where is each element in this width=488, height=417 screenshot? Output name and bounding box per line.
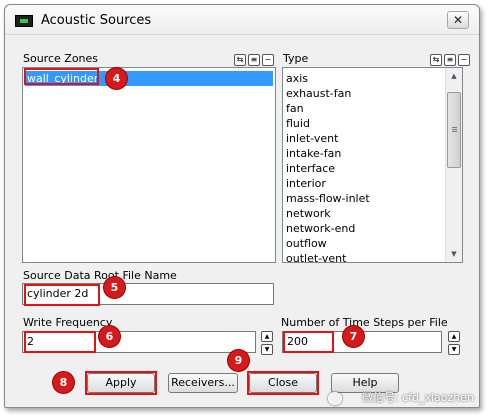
window-close-button[interactable]: ✕: [447, 11, 469, 29]
type-listbox[interactable]: axis exhaust-fan fan fluid inlet-vent in…: [282, 67, 463, 263]
root-file-label: Source Data Root File Name: [23, 269, 177, 282]
highlight-box-root-file: [24, 284, 100, 306]
annotation-badge: 4: [106, 68, 127, 89]
list-item[interactable]: outlet-vent: [286, 251, 346, 262]
watermark-wechat-icon: [328, 392, 342, 405]
type-label: Type: [283, 52, 309, 65]
list-item[interactable]: outflow: [286, 236, 327, 251]
write-frequency-down-icon[interactable]: ▼: [261, 344, 273, 355]
annotation-badge: 8: [53, 372, 74, 393]
time-steps-down-icon[interactable]: ▼: [448, 344, 460, 355]
annotation-badge: 9: [228, 350, 249, 371]
annotation-badge: 5: [104, 277, 125, 298]
highlight-box-write-frequency: [24, 331, 96, 353]
list-item[interactable]: network-end: [286, 221, 355, 236]
list-item[interactable]: intake-fan: [286, 146, 341, 161]
highlight-box-close: [247, 371, 319, 395]
type-list-scrollbar[interactable]: ▲ ▼: [445, 68, 462, 262]
grip-icon: [452, 127, 457, 132]
highlight-box-time-steps: [283, 331, 334, 353]
list-item[interactable]: network: [286, 206, 331, 221]
annotation-badge: 6: [99, 326, 120, 347]
list-icon[interactable]: ≡: [248, 54, 260, 66]
time-steps-label: Number of Time Steps per File: [281, 316, 448, 329]
list-item[interactable]: interface: [286, 161, 335, 176]
deselect-all-icon[interactable]: −: [262, 54, 274, 66]
app-icon: [15, 15, 33, 27]
list-item[interactable]: fan: [286, 101, 304, 116]
list-item[interactable]: exhaust-fan: [286, 86, 351, 101]
type-deselect-all-icon[interactable]: −: [458, 54, 470, 66]
scrollbar-thumb[interactable]: [447, 92, 461, 168]
scroll-down-icon[interactable]: ▼: [446, 246, 462, 262]
annotation-badge: 7: [343, 326, 364, 347]
highlight-box-apply: [85, 371, 157, 395]
write-frequency-up-icon[interactable]: ▲: [261, 331, 273, 342]
list-item[interactable]: inlet-vent: [286, 131, 338, 146]
list-item[interactable]: fluid: [286, 116, 310, 131]
list-item[interactable]: mass-flow-inlet: [286, 191, 370, 206]
select-all-icon[interactable]: ⇆: [234, 54, 246, 66]
receivers-button[interactable]: Receivers...: [168, 373, 238, 393]
source-zones-label: Source Zones: [23, 52, 99, 65]
scroll-up-icon[interactable]: ▲: [446, 68, 462, 84]
type-select-all-icon[interactable]: ⇆: [430, 54, 442, 66]
source-zones-listbox[interactable]: wall_cylinder: [22, 67, 276, 263]
watermark-text: 微信号: cfd_xiaozhen: [361, 391, 474, 404]
list-item[interactable]: interior: [286, 176, 326, 191]
acoustic-sources-dialog: Acoustic Sources ✕ Source Zones ⇆ ≡ − wa…: [4, 4, 480, 408]
time-steps-up-icon[interactable]: ▲: [448, 331, 460, 342]
window-title: Acoustic Sources: [41, 13, 152, 28]
write-frequency-label: Write Frequency: [23, 316, 113, 329]
list-item[interactable]: axis: [286, 71, 308, 86]
highlight-box-source-zone: [24, 68, 99, 85]
title-bar: Acoustic Sources ✕: [5, 5, 479, 35]
type-list-icon[interactable]: ≡: [444, 54, 456, 66]
